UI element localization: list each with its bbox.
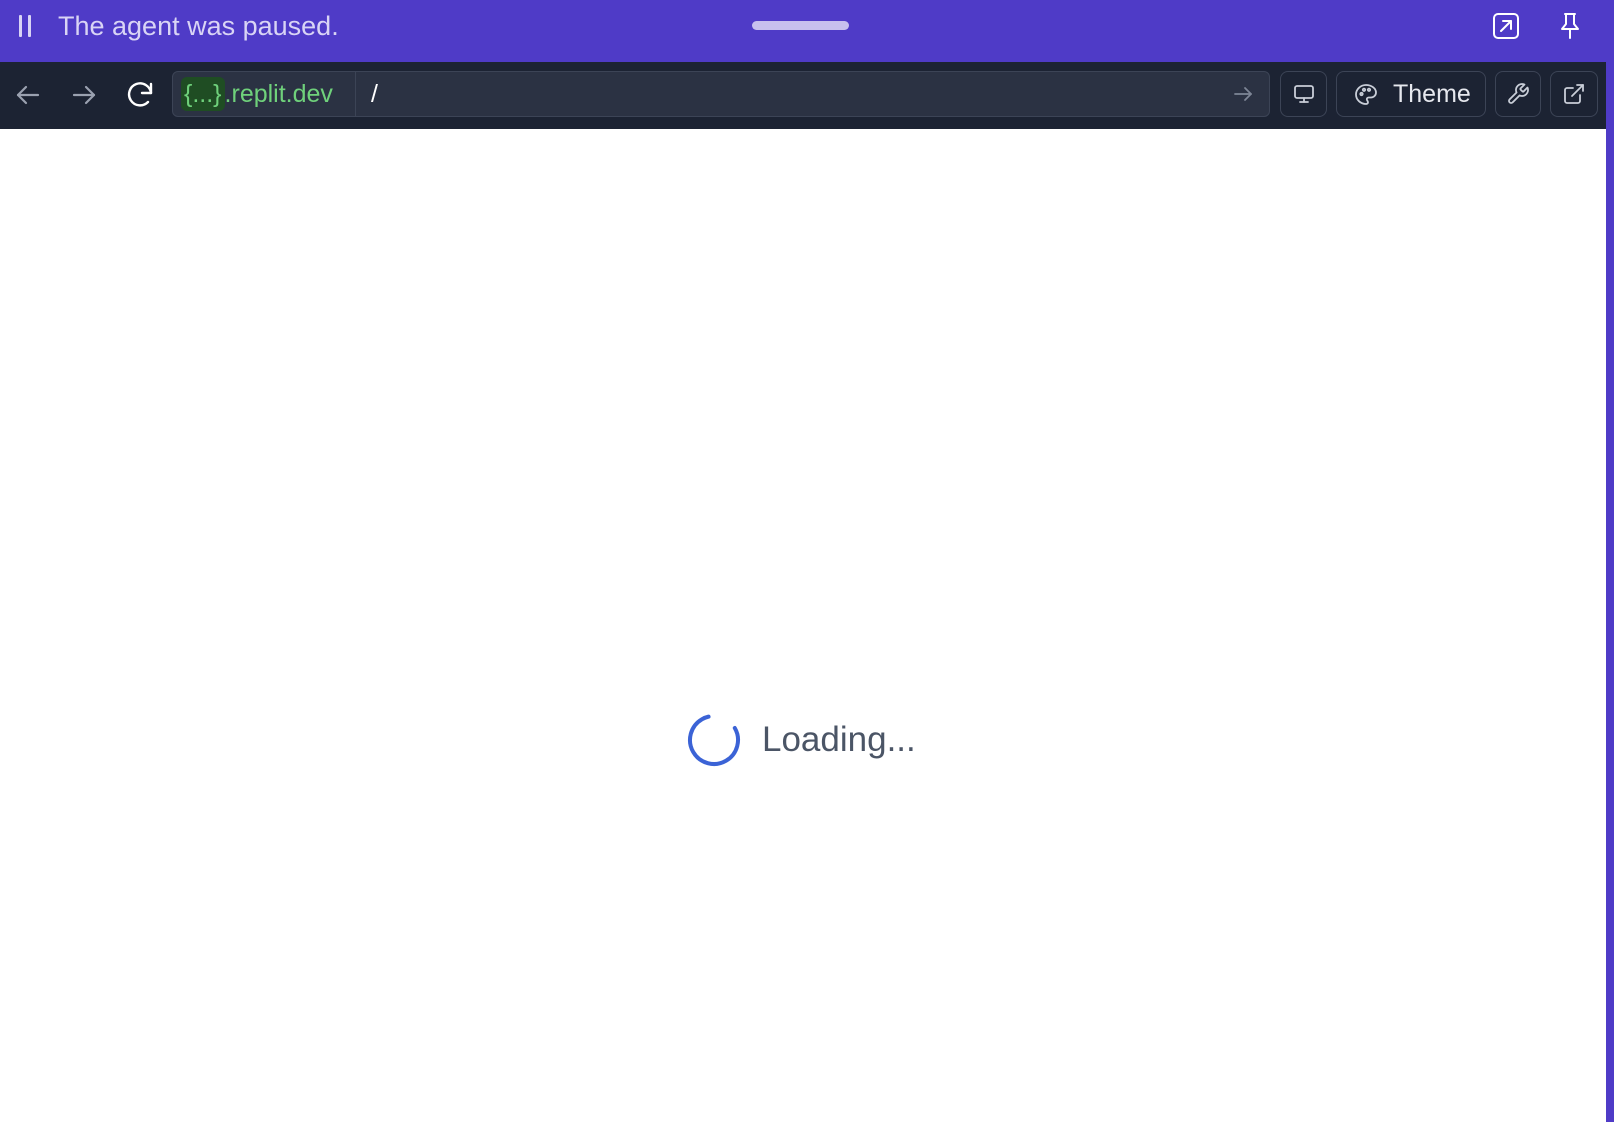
forward-arrow-icon[interactable] [64, 75, 104, 115]
reload-icon[interactable] [120, 75, 160, 115]
devtools-button[interactable] [1495, 71, 1541, 117]
theme-button[interactable]: Theme [1336, 71, 1486, 117]
go-arrow-icon[interactable] [1231, 82, 1255, 106]
drag-handle[interactable] [752, 21, 849, 30]
palette-icon [1355, 84, 1377, 105]
expand-diagonal-icon[interactable] [1490, 10, 1522, 42]
loading-text: Loading... [762, 720, 916, 759]
url-domain-suffix: .replit.dev [224, 80, 333, 108]
open-new-tab-button[interactable] [1550, 71, 1598, 117]
pin-icon[interactable] [1554, 10, 1586, 42]
page-content: Loading... [0, 129, 1606, 1122]
webview-frame: The agent was paused. {...} .replit.dev … [0, 0, 1614, 1122]
url-domain: {...} .replit.dev [181, 77, 333, 111]
pause-icon[interactable] [19, 15, 33, 37]
wrench-icon [1508, 83, 1529, 104]
back-arrow-icon[interactable] [8, 75, 48, 115]
browser-toolbar: {...} .replit.dev / Theme [0, 62, 1606, 129]
external-link-icon [1564, 84, 1584, 104]
device-preview-button[interactable] [1280, 71, 1327, 117]
theme-button-label: Theme [1393, 80, 1471, 108]
spinner-icon [688, 714, 740, 766]
url-bar[interactable]: {...} .replit.dev / [172, 71, 1270, 117]
url-path-input[interactable]: / [371, 77, 378, 111]
agent-status-text: The agent was paused. [58, 11, 339, 41]
url-domain-token: {...} [181, 77, 225, 111]
monitor-icon [1294, 85, 1314, 103]
agent-status-bar: The agent was paused. [0, 0, 1606, 62]
url-divider [355, 72, 356, 116]
